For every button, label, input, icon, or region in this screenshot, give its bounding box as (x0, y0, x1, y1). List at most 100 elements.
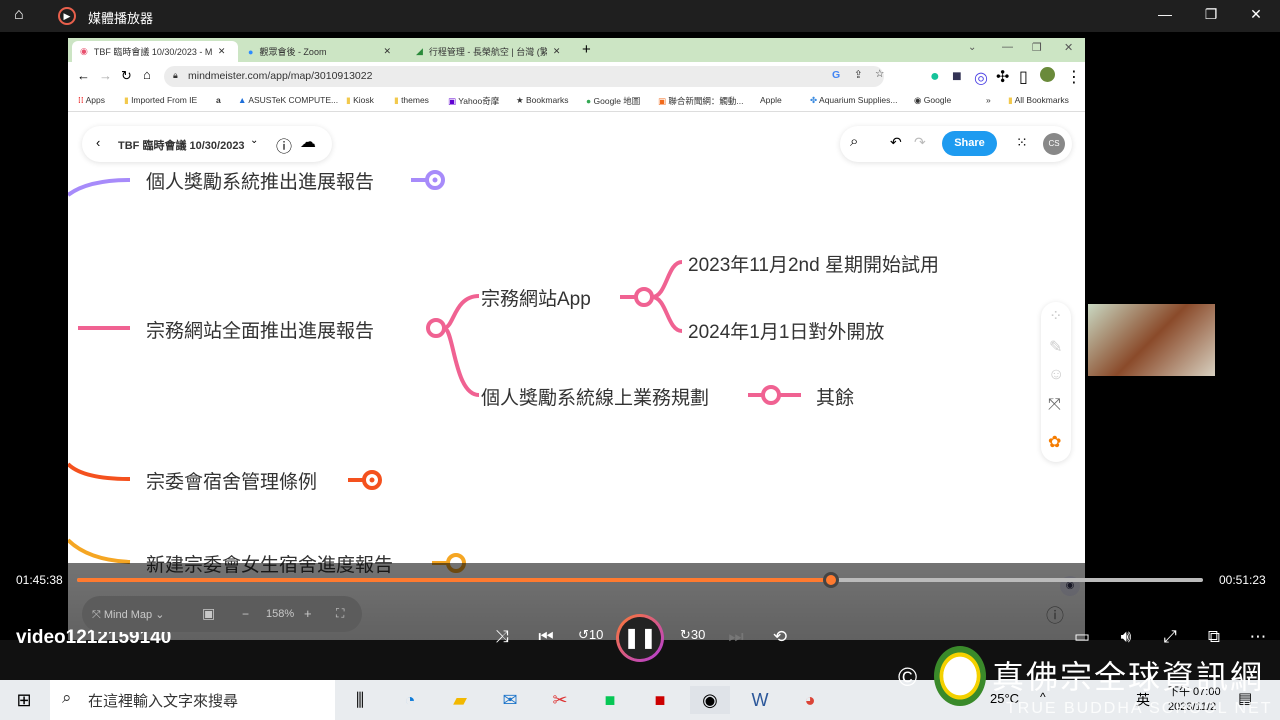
mail-icon[interactable]: ✉ (490, 686, 530, 714)
menu-icon[interactable]: ⋮ (1066, 67, 1082, 87)
subtitles-icon[interactable]: ▭ (1070, 627, 1094, 647)
next-icon[interactable]: ⏭ (724, 627, 748, 647)
zoom-in-button[interactable]: + (304, 606, 312, 621)
browser-restore[interactable]: ❐ (1032, 41, 1042, 54)
new-tab-button[interactable]: + (582, 41, 591, 58)
user-avatar[interactable]: CS (1043, 133, 1065, 155)
redo-icon[interactable]: ↷ (914, 134, 926, 151)
fullscreen-icon[interactable]: ⤢ (1158, 627, 1182, 647)
tray-chevron-icon[interactable]: ^ (1040, 690, 1046, 704)
bookmark-google-maps[interactable]: ● Google 地圖 (586, 95, 640, 107)
back-chevron-icon[interactable]: ‹ (96, 135, 100, 150)
mini-view-icon[interactable]: ⧉ (1202, 627, 1226, 647)
clock-date[interactable]: 2023/11/2 (1168, 701, 1216, 713)
google-icon[interactable]: G (832, 69, 840, 81)
play-pause-button[interactable]: ❚❚ (616, 614, 664, 662)
shuffle-icon[interactable]: ⤨ (490, 627, 514, 647)
tab-mindmeister[interactable]: ◉ TBF 臨時會議 10/30/2023 - Mind ✕ (72, 41, 238, 62)
more-bookmarks-icon[interactable]: » (986, 95, 991, 105)
mindmap-node[interactable]: 個人獎勵系統推出進展報告 (146, 167, 374, 194)
media-player-taskbar-icon[interactable]: ◉ (690, 686, 730, 714)
close-button[interactable]: ✕ (1241, 6, 1271, 23)
reload-icon[interactable]: ↻ (121, 68, 132, 84)
side-panel-icon[interactable]: ▯ (1019, 67, 1028, 87)
bookmark-yahoo[interactable]: ▣ Yahoo奇摩 (448, 95, 499, 107)
mindmap-canvas[interactable]: 個人獎勵系統推出進展報告 宗務網站全面推出進展報告 宗務網站App 2023年1… (68, 112, 1085, 640)
file-explorer-icon[interactable]: ▰ (440, 686, 480, 714)
bookmark-aquarium[interactable]: ✤ Aquarium Supplies... (810, 95, 897, 106)
acrobat-icon[interactable]: ■ (640, 686, 680, 714)
mindmap-node[interactable]: 2024年1月1日對外開放 (688, 317, 884, 344)
mindmap-node[interactable]: 其餘 (816, 383, 854, 410)
view-mode-dropdown[interactable]: ⤧ Mind Map ⌄ (92, 608, 164, 622)
bookmark-star-icon[interactable]: ☆ (875, 68, 884, 80)
info-icon[interactable]: ⓘ (276, 133, 292, 157)
search-icon[interactable]: ⌕ (850, 133, 858, 150)
mindmap-node[interactable]: 宗務網站App (481, 284, 591, 311)
weather-temp[interactable]: 25°C (990, 691, 1019, 706)
share-button[interactable]: Share (942, 131, 997, 156)
taskbar-search-input[interactable]: ⌕ 在這裡輸入文字來搜尋 (50, 680, 335, 720)
volume-icon[interactable]: 🔊︎ (1114, 627, 1138, 647)
extension-icon[interactable]: ■ (952, 68, 962, 86)
bookmark-google[interactable]: ◉ Google (914, 95, 951, 106)
edge-icon[interactable]: ◔ (390, 686, 430, 714)
chrome-icon[interactable]: ◕ (790, 686, 830, 714)
minimize-button[interactable]: — (1150, 6, 1180, 22)
zoom-out-button[interactable]: − (242, 607, 249, 621)
presentation-icon[interactable]: ▣ (202, 605, 215, 622)
bookmark-apple[interactable]: Apple (760, 95, 782, 105)
tab-evaair[interactable]: ◢ 行程管理 - 長榮航空 | 台灣 (繁體 ✕ (408, 41, 574, 62)
repeat-off-icon[interactable]: ⟲ (768, 627, 792, 647)
line-icon[interactable]: ■ (590, 686, 630, 714)
close-tab-icon[interactable]: ✕ (553, 46, 561, 57)
tab-search-icon[interactable]: ⌄ (968, 42, 976, 53)
connect-icon[interactable]: ⤧ (1048, 396, 1061, 414)
mindmap-node[interactable]: 個人獎勵系統線上業務規劃 (481, 383, 709, 410)
previous-icon[interactable]: ⏮ (534, 627, 558, 647)
bookmark-folder[interactable]: ▮ Imported From IE (124, 95, 197, 106)
word-icon[interactable]: W (740, 686, 780, 714)
more-options-icon[interactable]: ⋯ (1246, 627, 1270, 647)
profile-avatar[interactable] (1040, 67, 1055, 82)
start-windows-icon[interactable]: ⊞ (4, 686, 44, 714)
snipping-tool-icon[interactable]: ✂ (540, 686, 580, 714)
close-tab-icon[interactable]: ✕ (218, 46, 226, 57)
mindmap-node[interactable]: 宗務網站全面推出進展報告 (146, 316, 374, 343)
cloud-download-icon[interactable]: ☁ (300, 132, 316, 152)
close-tab-icon[interactable]: ✕ (383, 46, 391, 57)
help-icon[interactable]: ⓘ (1046, 602, 1064, 628)
url-input[interactable]: 🔒︎ mindmeister.com/app/map/3010913022 G ⇪… (164, 66, 884, 87)
bookmark-udn[interactable]: ▣ 聯合新聞網：觸動... (658, 95, 744, 107)
browser-close[interactable]: ✕ (1064, 41, 1073, 54)
forward-30-icon[interactable]: ↻30 (680, 627, 705, 643)
all-bookmarks[interactable]: ▮ All Bookmarks (1008, 95, 1069, 106)
extensions-puzzle-icon[interactable]: ✣ (996, 67, 1009, 87)
tab-zoom[interactable]: ● 觀眾會後 - Zoom ✕ (240, 41, 406, 62)
theme-color-icon[interactable]: ✿ (1048, 432, 1061, 452)
style-brush-icon[interactable]: ✎ (1049, 337, 1062, 357)
bookmark-kiosk[interactable]: ▮ Kiosk (346, 95, 374, 106)
fit-screen-icon[interactable]: ⛶ (336, 606, 344, 621)
extension-icon[interactable]: ◎ (974, 68, 988, 88)
bookmark-apps[interactable]: ⁞⁞ Apps (78, 95, 105, 105)
ime-indicator[interactable]: 英 (1136, 690, 1150, 710)
bookmark-asus[interactable]: ▲ ASUSTeK COMPUTE... (238, 95, 338, 105)
bookmark-bookmarks[interactable]: ★ Bookmarks (516, 95, 569, 106)
rewind-10-icon[interactable]: ↺10 (578, 627, 603, 643)
mindmap-node[interactable]: 2023年11月2nd 星期開始試用 (688, 250, 939, 277)
apps-grid-icon[interactable]: ⁙ (1016, 134, 1028, 151)
undo-icon[interactable]: ↶ (890, 134, 902, 151)
bookmark-themes[interactable]: ▮ themes (394, 95, 429, 106)
chevron-down-icon[interactable]: ⌄ (250, 135, 258, 146)
mindmap-node[interactable]: 宗委會宿舍管理條例 (146, 467, 317, 494)
clock-time[interactable]: 下午 07:00 (1168, 683, 1221, 699)
notifications-icon[interactable]: ▤ (1238, 689, 1252, 707)
back-icon[interactable]: ← (77, 68, 90, 83)
maximize-button[interactable]: ❐ (1196, 6, 1226, 23)
map-title[interactable]: TBF 臨時會議 10/30/2023 (118, 137, 245, 153)
layout-icon[interactable]: ⁘ (1049, 306, 1062, 326)
home-icon[interactable]: ⌂ (14, 6, 24, 24)
home-icon[interactable]: ⌂ (143, 67, 151, 82)
share-icon[interactable]: ⇪ (854, 69, 863, 81)
